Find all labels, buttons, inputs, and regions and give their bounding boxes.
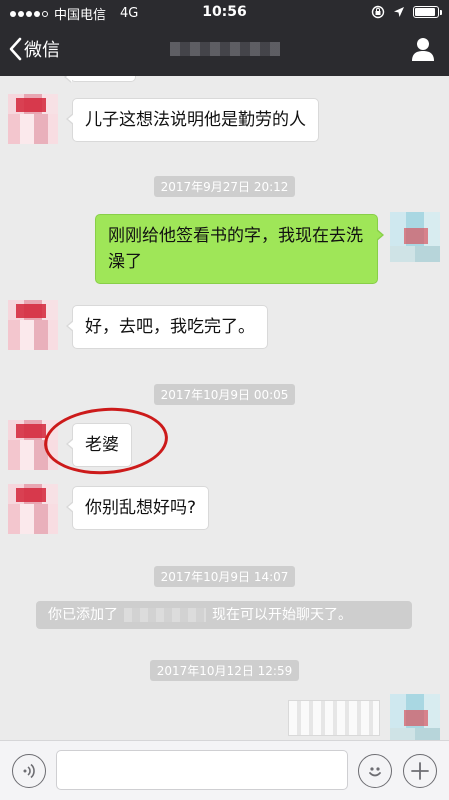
redacted-contact-name <box>124 608 206 622</box>
emoji-icon <box>369 767 381 777</box>
sent-image-partial[interactable] <box>288 700 380 736</box>
person-icon <box>412 38 434 61</box>
timestamp: 2017年10月9日 00:05 <box>0 384 449 405</box>
message-bubble-partial[interactable] <box>64 76 136 83</box>
location-arrow-icon <box>394 7 404 17</box>
chevron-left-icon <box>9 37 22 61</box>
chat-info-button[interactable] <box>411 36 435 66</box>
battery-icon <box>413 6 442 18</box>
chat-header: 微信 <box>0 24 449 76</box>
back-button[interactable]: 微信 <box>8 36 60 62</box>
back-label: 微信 <box>24 40 60 61</box>
message-bubble-received[interactable]: 好，去吧，我吃完了。 <box>66 305 268 349</box>
input-toolbar <box>0 740 449 800</box>
contact-avatar[interactable] <box>8 300 58 350</box>
message-bubble-received[interactable]: 儿子这想法说明他是勤劳的人 <box>66 98 319 142</box>
voice-icon <box>23 763 35 779</box>
rotation-lock-icon <box>371 5 385 19</box>
my-avatar[interactable] <box>390 212 440 262</box>
contact-avatar[interactable] <box>8 420 58 470</box>
more-button[interactable] <box>403 754 437 788</box>
timestamp: 2017年10月9日 14:07 <box>0 566 449 587</box>
timestamp: 2017年10月12日 12:59 <box>0 660 449 681</box>
contact-avatar[interactable] <box>8 94 58 144</box>
status-bar: 中国电信 4G 10:56 <box>0 0 449 24</box>
message-bubble-received[interactable]: 你别乱想好吗? <box>65 486 210 530</box>
message-input[interactable] <box>56 750 348 790</box>
system-message: 你已添加了 现在可以开始聊天了。 <box>36 601 412 629</box>
voice-button[interactable] <box>12 754 46 788</box>
message-bubble-sent[interactable]: 刚刚给他签看书的字，我现在去洗澡了 <box>95 214 384 284</box>
plus-icon <box>411 762 429 780</box>
contact-avatar[interactable] <box>8 484 58 534</box>
contact-name-redacted <box>170 42 280 56</box>
message-bubble-received[interactable]: 老婆 <box>66 423 132 467</box>
message-list[interactable]: 儿子这想法说明他是勤劳的人 2017年9月27日 20:12 刚刚给他签看书的字… <box>0 76 449 740</box>
emoji-button[interactable] <box>358 754 392 788</box>
timestamp: 2017年9月27日 20:12 <box>0 176 449 197</box>
my-avatar[interactable] <box>390 694 440 740</box>
